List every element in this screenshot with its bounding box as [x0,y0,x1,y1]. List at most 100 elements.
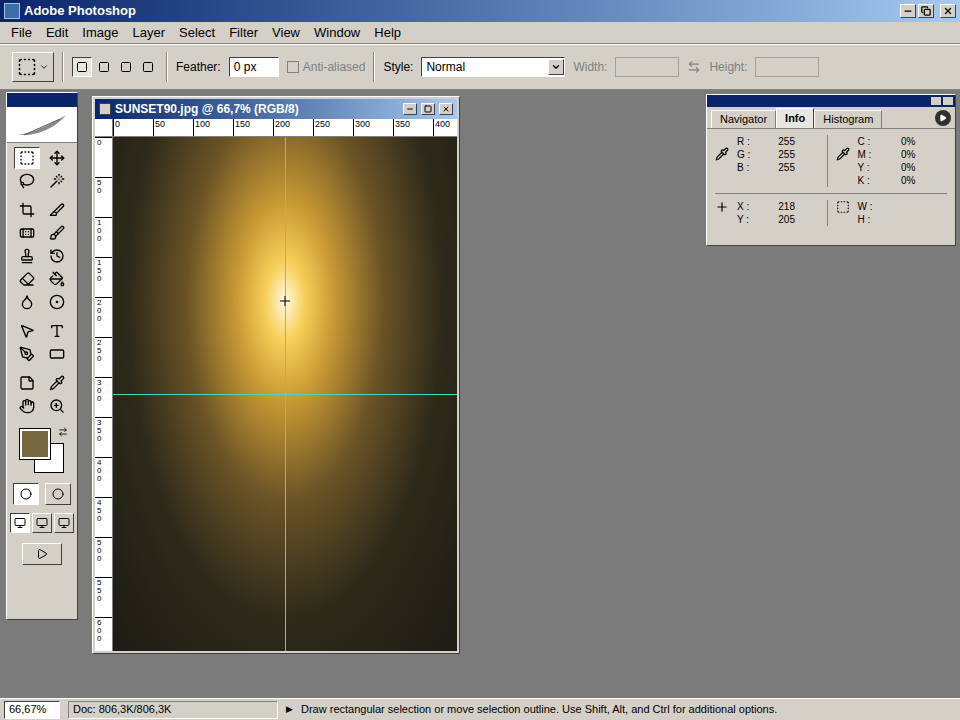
foreground-swatch[interactable] [20,429,50,459]
doc-maximize-button-icon [424,105,432,113]
dropdown-arrow-icon [39,62,49,72]
ruler-label: 150 [233,119,273,136]
jump-to-imageready[interactable] [22,543,62,565]
tool-button[interactable] [14,245,40,267]
tool-button[interactable] [44,170,70,192]
tool-button[interactable] [44,147,70,169]
restore-button[interactable] [918,4,934,18]
tool-button[interactable] [14,291,40,313]
info-label: W : [858,202,886,212]
document-title-bar[interactable]: SUNSET90.jpg @ 66,7% (RGB/8) [95,99,457,119]
swap-icon[interactable] [687,60,701,74]
tool-button[interactable] [14,320,40,342]
horizontal-guide[interactable] [113,394,457,395]
cmyk-readout: C :0%M :0%Y :0%K :0% [858,135,916,187]
menu-item[interactable]: Select [172,23,222,43]
tool-button[interactable] [44,320,70,342]
info-row: G :255 [737,148,795,161]
doc-close-button[interactable] [439,103,453,115]
selection-mode-button[interactable] [116,57,136,77]
tool-button[interactable] [44,245,70,267]
tool-button[interactable] [14,222,40,244]
tool-button[interactable] [44,372,70,394]
zoom-icon [49,398,65,414]
zoom-field[interactable]: 66,67% [4,701,60,719]
mask-mode-button[interactable] [45,483,71,505]
panel-close-button[interactable] [943,97,953,105]
tool-button[interactable] [14,343,40,365]
style-select[interactable]: Normal [421,57,565,77]
panel-menu-button[interactable] [935,110,951,126]
ruler-label: 0 [113,119,153,136]
ruler-label: 100 [95,217,112,257]
status-arrow[interactable]: ▶ [286,703,293,717]
document-title: SUNSET90.jpg @ 66,7% (RGB/8) [115,100,399,118]
document-window[interactable]: SUNSET90.jpg @ 66,7% (RGB/8)050100150200… [92,96,460,654]
ruler-label: 450 [95,497,112,537]
menu-item[interactable]: Help [367,23,408,43]
panel-tab[interactable]: Navigator [711,110,776,128]
ruler-corner [95,119,113,136]
menu-item[interactable]: Image [75,23,125,43]
doc-minimize-button[interactable] [403,103,417,115]
doc-maximize-button[interactable] [421,103,435,115]
info-label: Y : [858,163,886,173]
ruler-label: 50 [95,177,112,217]
minimize-button[interactable] [900,4,916,18]
tool-button[interactable] [44,222,70,244]
pen-icon [19,346,35,362]
info-row: Y :0% [858,161,916,174]
crop-icon [19,202,35,218]
swap-colors-icon[interactable] [58,427,68,437]
panel-tab[interactable]: Info [776,108,814,128]
document-icon [99,103,111,115]
screen-mode-button[interactable] [32,513,52,533]
screen-mode-button[interactable] [54,513,74,533]
tool-button[interactable] [44,199,70,221]
selection-mode-button[interactable] [138,57,158,77]
tool-grid [14,147,70,417]
info-label: B : [737,163,765,173]
ruler-label: 250 [313,119,353,136]
tool-button[interactable] [14,170,40,192]
tool-button[interactable] [44,291,70,313]
menu-item[interactable]: Filter [222,23,265,43]
screen-mode-icon [58,517,70,529]
tool-button[interactable] [14,147,40,169]
screen-mode-button[interactable] [10,513,30,533]
mask-mode-button[interactable] [13,483,39,505]
selection-mode-button[interactable] [72,57,92,77]
anti-alias-checkbox[interactable]: Anti-aliased [287,58,366,76]
status-hint: Draw rectangular selection or move selec… [301,701,777,718]
height-field[interactable] [755,57,819,77]
toolbox [6,92,78,620]
panel-tab[interactable]: Histogram [814,110,882,128]
tool-button[interactable] [44,343,70,365]
menu-item[interactable]: Layer [126,23,173,43]
photoshop-window: Adobe PhotoshopFileEditImageLayerSelectF… [0,0,960,720]
type-icon [49,323,65,339]
selection-mode-button[interactable] [94,57,114,77]
image-canvas[interactable] [113,137,457,651]
tool-preset-picker[interactable] [12,52,54,82]
info-value: 0% [886,163,916,173]
tool-button[interactable] [44,268,70,290]
menu-item[interactable]: File [4,23,39,43]
width-field[interactable] [615,57,679,77]
imageready-icon [36,548,48,560]
tool-button[interactable] [14,199,40,221]
tool-button[interactable] [14,372,40,394]
panel-minimize-button[interactable] [931,97,941,105]
wh-readout: W :H : [858,200,916,226]
menu-item[interactable]: Edit [39,23,75,43]
move-icon [49,150,65,166]
marquee-preset-icon [17,57,37,77]
feather-field[interactable]: 0 px [229,57,279,77]
tool-button[interactable] [14,268,40,290]
tool-button[interactable] [14,395,40,417]
tool-button[interactable] [44,395,70,417]
close-button[interactable] [940,4,956,18]
info-value: 0% [886,150,916,160]
menu-item[interactable]: Window [307,23,367,43]
menu-item[interactable]: View [265,23,307,43]
